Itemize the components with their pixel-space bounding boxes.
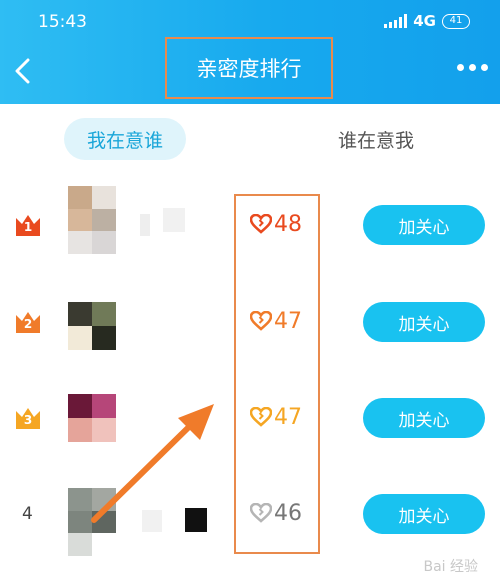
avatar[interactable] — [68, 186, 116, 254]
crown-badge-icon: 1 — [15, 214, 41, 236]
page-title: 亲密度排行 — [196, 57, 302, 81]
network-type: 4G — [413, 12, 436, 30]
avatar[interactable] — [68, 302, 116, 350]
avatar[interactable] — [68, 488, 116, 556]
title-bar: 15:43 4G 41 亲密度排行 — [0, 0, 500, 104]
add-care-button[interactable]: 加关心 — [363, 494, 485, 534]
rank-number: 3 — [23, 413, 33, 427]
blurred-name — [140, 214, 150, 236]
score-annotation-box — [234, 194, 320, 554]
more-icon[interactable] — [457, 64, 488, 71]
crown-badge-icon: 2 — [15, 311, 41, 333]
rank-number: 1 — [23, 220, 33, 234]
add-care-button[interactable]: 加关心 — [363, 398, 485, 438]
battery-icon: 41 — [442, 13, 470, 29]
watermark: Bai 经验 — [423, 559, 478, 575]
rank-number: 4 — [22, 504, 33, 524]
blurred-name — [142, 510, 162, 532]
status-time: 15:43 — [38, 12, 87, 32]
blurred-name — [185, 508, 207, 532]
add-care-button[interactable]: 加关心 — [363, 302, 485, 342]
signal-icon — [384, 14, 408, 28]
tab-cares-me[interactable]: 谁在意我 — [318, 118, 434, 160]
blurred-name — [163, 208, 185, 232]
rank-number: 2 — [23, 317, 33, 331]
avatar[interactable] — [68, 394, 116, 442]
title-annotation-box: 亲密度排行 — [165, 37, 333, 99]
back-arrow-icon[interactable] — [12, 58, 34, 84]
add-care-button[interactable]: 加关心 — [363, 205, 485, 245]
status-indicators: 4G 41 — [384, 12, 470, 30]
tab-i-care[interactable]: 我在意谁 — [64, 118, 186, 160]
crown-badge-icon: 3 — [15, 407, 41, 429]
